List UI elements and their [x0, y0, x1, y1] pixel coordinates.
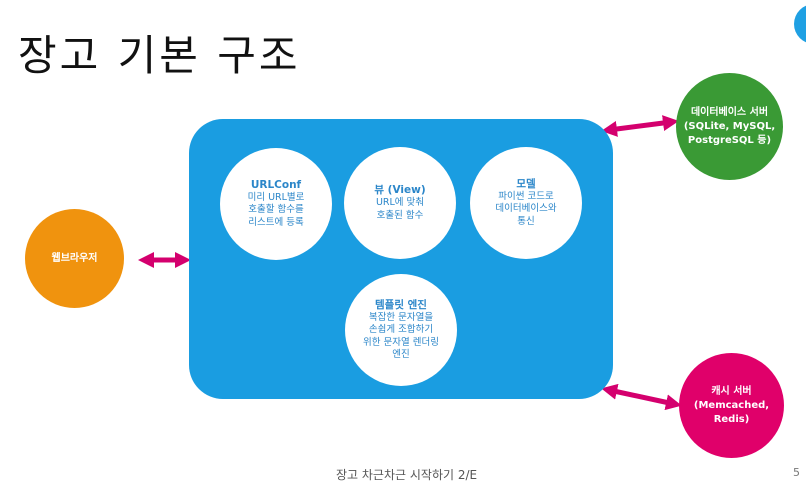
- browser-label: 웹브라우저: [51, 252, 98, 264]
- database-label: 데이터베이스 서버 (SQLite, MySQL, PostgreSQL 등): [683, 106, 776, 146]
- database-circle: 데이터베이스 서버 (SQLite, MySQL, PostgreSQL 등): [676, 73, 783, 180]
- model-title: 모델: [516, 177, 536, 190]
- urlconf-circle: URLConf 미리 URL별로 호출할 함수를 리스트에 등록: [220, 148, 332, 260]
- urlconf-desc: 미리 URL별로 호출할 함수를 리스트에 등록: [247, 191, 305, 228]
- page-number: 5: [793, 466, 800, 479]
- cache-circle: 캐시 서버 (Memcached, Redis): [679, 353, 784, 458]
- database-arrow: [601, 115, 679, 137]
- footer-text: 장고 차근차근 시작하기 2/E: [336, 468, 478, 482]
- urlconf-title: URLConf: [250, 178, 302, 191]
- cache-label: 캐시 서버 (Memcached, Redis): [693, 385, 770, 425]
- view-title: 뷰 (View): [374, 184, 426, 196]
- view-desc: URL에 맞춰 호출된 함수: [375, 197, 425, 221]
- template-desc: 복잡한 문자열을 손쉽게 조합하기 위한 문자열 렌더링 엔진: [363, 311, 439, 361]
- template-circle: 템플릿 엔진 복잡한 문자열을 손쉽게 조합하기 위한 문자열 렌더링 엔진: [345, 274, 457, 386]
- template-title: 템플릿 엔진: [375, 298, 427, 311]
- django-core-panel: URLConf 미리 URL별로 호출할 함수를 리스트에 등록 뷰 (View…: [189, 119, 613, 399]
- view-circle: 뷰 (View) URL에 맞춰 호출된 함수: [344, 147, 456, 259]
- model-circle: 모델 파이썬 코드로 데이터베이스와 통신: [470, 147, 582, 259]
- model-desc: 파이썬 코드로 데이터베이스와 통신: [495, 190, 557, 227]
- browser-circle: 웹브라우저: [25, 209, 124, 308]
- cache-arrow: [601, 383, 682, 411]
